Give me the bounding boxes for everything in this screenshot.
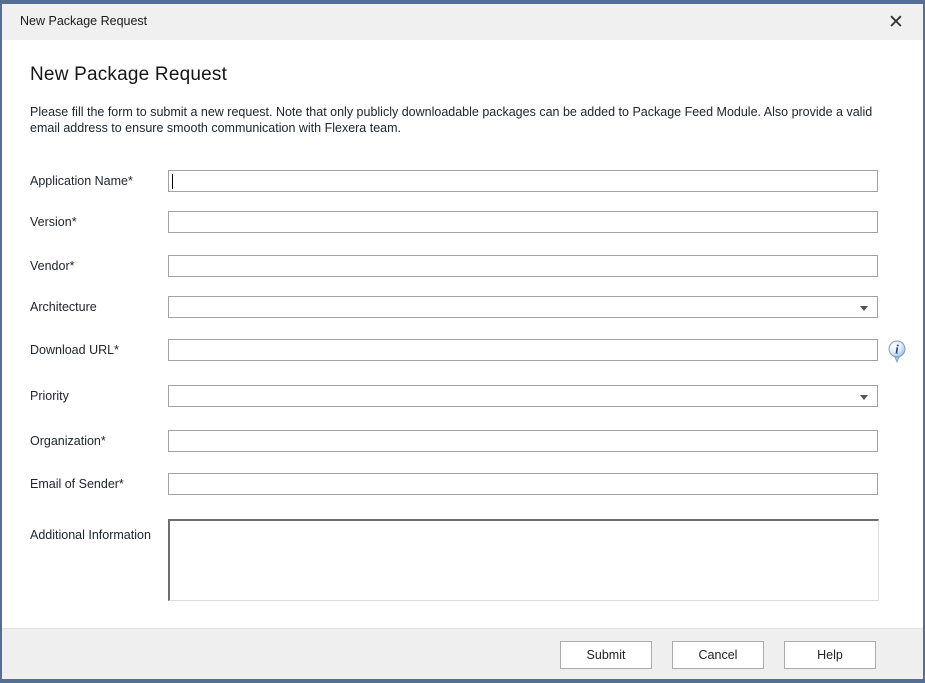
cancel-button[interactable]: Cancel bbox=[672, 641, 764, 669]
chevron-down-icon[interactable] bbox=[860, 306, 868, 311]
svg-text:i: i bbox=[895, 343, 899, 357]
email-of-sender-label: Email of Sender* bbox=[30, 477, 124, 491]
form-row-email-of-sender: Email of Sender* bbox=[2, 473, 923, 495]
application-name-label: Application Name* bbox=[30, 174, 133, 188]
form-row-application-name: Application Name* bbox=[2, 170, 923, 192]
form-row-architecture: Architecture bbox=[2, 296, 923, 318]
page-title: New Package Request bbox=[30, 64, 227, 86]
form-row-organization: Organization* bbox=[2, 430, 923, 452]
architecture-select[interactable] bbox=[168, 296, 878, 318]
form-row-download-url: Download URL* i bbox=[2, 339, 923, 361]
additional-information-label: Additional Information bbox=[30, 528, 151, 542]
submit-button[interactable]: Submit bbox=[560, 641, 652, 669]
additional-information-textarea[interactable] bbox=[168, 519, 879, 601]
help-button[interactable]: Help bbox=[784, 641, 876, 669]
version-input[interactable] bbox=[168, 211, 878, 233]
info-balloon-icon[interactable]: i bbox=[888, 340, 906, 363]
vendor-input[interactable] bbox=[168, 255, 878, 277]
version-label: Version* bbox=[30, 215, 77, 229]
form-row-vendor: Vendor* bbox=[2, 255, 923, 277]
dialog-footer: Submit Cancel Help bbox=[2, 628, 923, 679]
vendor-label: Vendor* bbox=[30, 259, 74, 273]
architecture-label: Architecture bbox=[30, 300, 97, 314]
form-row-additional-information: Additional Information bbox=[2, 519, 923, 605]
email-of-sender-input[interactable] bbox=[168, 473, 878, 495]
titlebar: New Package Request ✕ bbox=[2, 4, 923, 40]
download-url-input[interactable] bbox=[168, 339, 878, 361]
page-description: Please fill the form to submit a new req… bbox=[30, 104, 896, 136]
organization-label: Organization* bbox=[30, 434, 106, 448]
priority-select[interactable] bbox=[168, 385, 878, 407]
dialog-body: New Package Request Please fill the form… bbox=[2, 40, 923, 628]
application-name-input[interactable] bbox=[168, 170, 878, 192]
organization-input[interactable] bbox=[168, 430, 878, 452]
form-row-version: Version* bbox=[2, 211, 923, 233]
text-caret bbox=[172, 174, 173, 189]
download-url-label: Download URL* bbox=[30, 343, 119, 357]
window-title: New Package Request bbox=[20, 14, 147, 28]
priority-label: Priority bbox=[30, 389, 69, 403]
chevron-down-icon[interactable] bbox=[860, 395, 868, 400]
form-row-priority: Priority bbox=[2, 385, 923, 407]
close-icon[interactable]: ✕ bbox=[881, 8, 911, 36]
new-package-request-dialog: New Package Request ✕ New Package Reques… bbox=[0, 0, 925, 683]
